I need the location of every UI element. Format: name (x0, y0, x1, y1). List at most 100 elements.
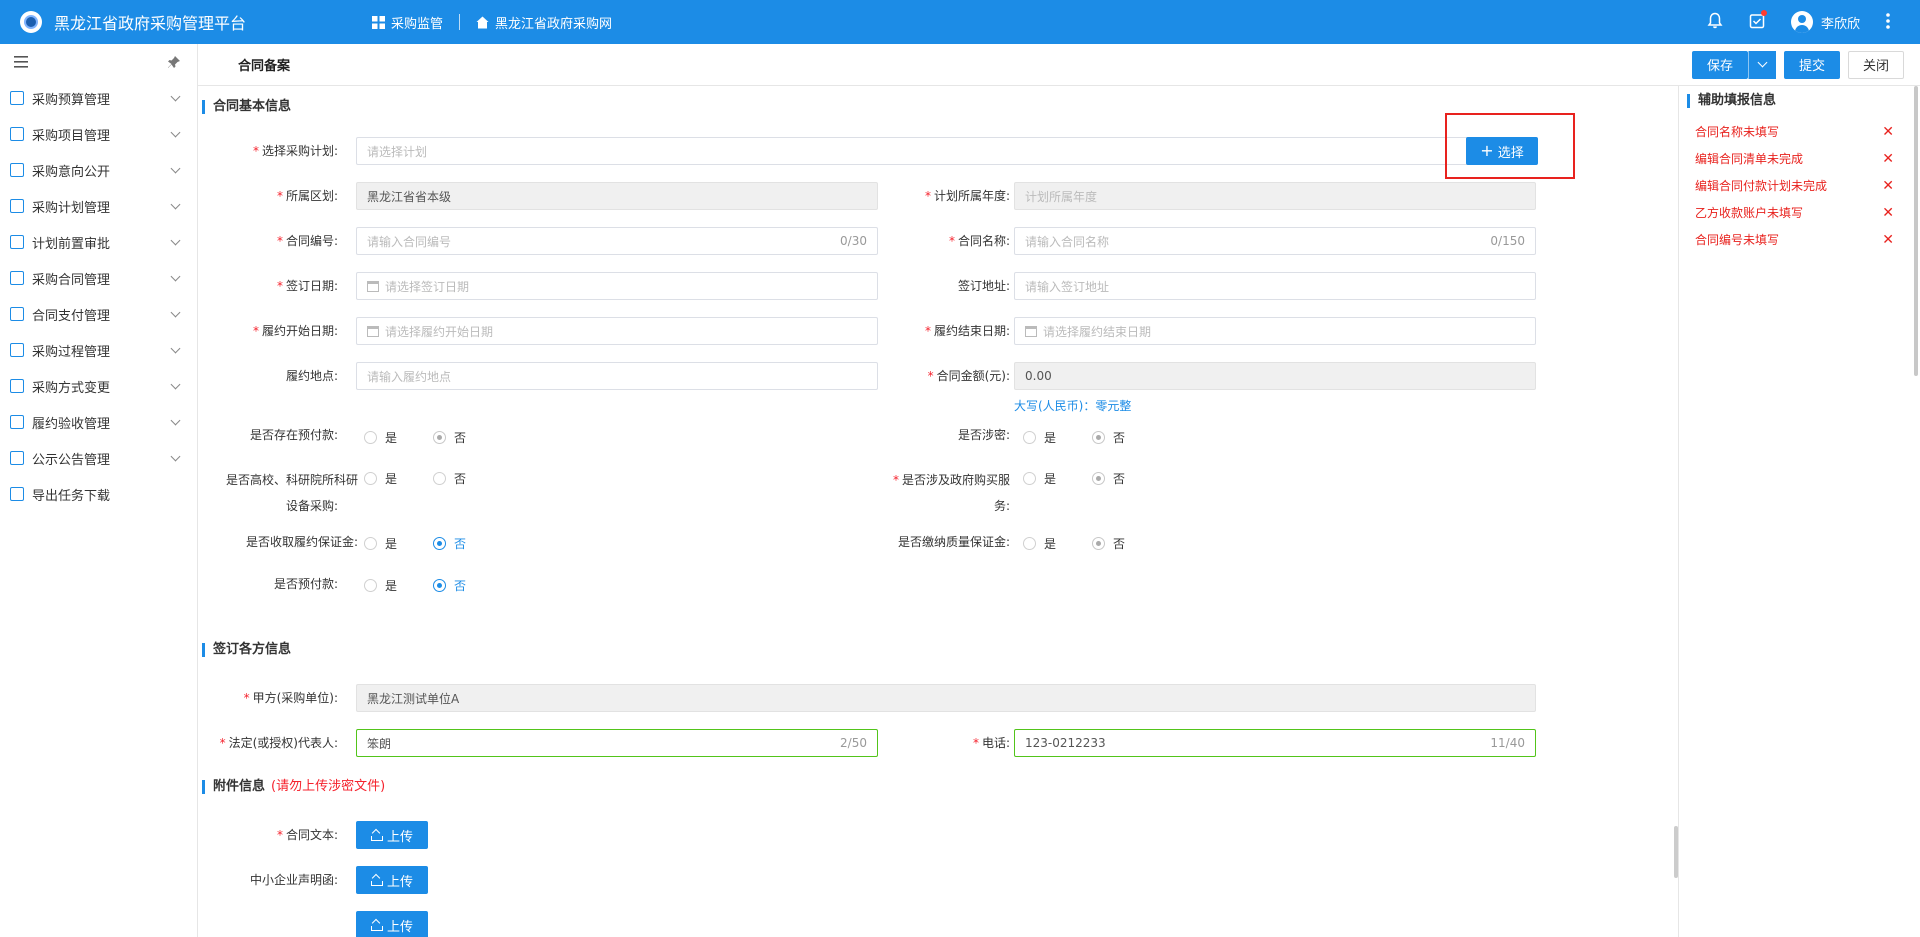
radio-yes[interactable]: 是 (364, 470, 397, 487)
page-scrollbar[interactable] (1914, 86, 1918, 376)
start-date-picker[interactable]: 请选择履约开始日期 (356, 317, 878, 345)
plan-year-label: * 计划所属年度: (924, 189, 1010, 203)
sidebar-item[interactable]: 导出任务下载 (0, 476, 197, 512)
sidebar-item[interactable]: 采购项目管理 (0, 116, 197, 152)
hamburger-icon[interactable] (14, 56, 28, 68)
close-button[interactable]: 关闭 (1847, 50, 1904, 79)
perform-place-input[interactable]: 请输入履约地点 (356, 362, 878, 390)
sidebar-item[interactable]: 采购意向公开 (0, 152, 197, 188)
start-date-label: * 履约开始日期: (252, 324, 338, 338)
contract-name-input[interactable]: 请输入合同名称 0/150 (1014, 227, 1536, 255)
radio-yes[interactable]: 是 (364, 577, 397, 594)
save-split-button: 保存 (1691, 50, 1776, 79)
sidebar-item-label: 采购意向公开 (32, 164, 111, 180)
sidebar-item[interactable]: 采购计划管理 (0, 188, 197, 224)
close-icon[interactable]: ✕ (1882, 178, 1894, 194)
page-title: 合同备案 (238, 59, 291, 74)
sidebar-item[interactable]: 履约验收管理 (0, 404, 197, 440)
university-label: 是否高校、科研院所科研 设备采购: (225, 473, 358, 513)
party-a-label: * 甲方(采购单位): (243, 691, 338, 705)
select-plan-button[interactable]: + 选择 (1466, 137, 1538, 165)
prepay-exists-label: 是否存在预付款: (249, 428, 338, 442)
close-icon[interactable]: ✕ (1882, 151, 1894, 167)
upload-other-button[interactable]: 上传 (356, 911, 428, 937)
gov-service-label: * 是否涉及政府购买服 务: (892, 473, 1010, 513)
nav-procurement-website[interactable]: 黑龙江省政府采购网 (460, 13, 628, 32)
contract-text-label: * 合同文本: (276, 828, 338, 842)
radio-no[interactable]: 否 (1092, 535, 1125, 552)
menu-icon (10, 91, 24, 105)
chevron-down-icon (170, 127, 181, 137)
chevron-down-icon (170, 415, 181, 425)
radio-no[interactable]: 否 (433, 470, 466, 487)
bell-icon (1707, 12, 1723, 29)
sidebar-item[interactable]: 合同支付管理 (0, 296, 197, 332)
phone-input[interactable]: 123-0212233 11/40 (1014, 729, 1536, 757)
radio-no[interactable]: 否 (433, 429, 466, 446)
sidebar-item[interactable]: 采购过程管理 (0, 332, 197, 368)
assist-item[interactable]: 乙方收款账户未填写 ✕ (1695, 199, 1894, 226)
menu-icon (10, 127, 24, 141)
nav-procurement-supervision[interactable]: 采购监管 (356, 13, 459, 32)
assist-item[interactable]: 编辑合同付款计划未完成 ✕ (1695, 172, 1894, 199)
upload-contract-button[interactable]: 上传 (356, 821, 428, 849)
sidebar-item-label: 采购合同管理 (32, 272, 111, 288)
close-icon[interactable]: ✕ (1882, 124, 1894, 140)
form-area: 合同基本信息 * 选择采购计划: 请选择计划 + 选择 * 所属区划: 黑龙江省省本级… (198, 86, 1678, 937)
prepay-exists-radio: 是 否 (364, 429, 466, 446)
assist-item[interactable]: 编辑合同清单未完成 ✕ (1695, 145, 1894, 172)
sidebar-item[interactable]: 采购预算管理 (0, 80, 197, 116)
radio-yes[interactable]: 是 (364, 535, 397, 552)
upload-icon (370, 830, 383, 841)
radio-no[interactable]: 否 (433, 535, 466, 552)
sidebar-item[interactable]: 采购方式变更 (0, 368, 197, 404)
menu-icon (10, 163, 24, 177)
upload-sme-button[interactable]: 上传 (356, 866, 428, 894)
submit-button[interactable]: 提交 (1783, 50, 1840, 79)
save-dropdown-toggle[interactable] (1747, 50, 1776, 79)
secret-label: 是否涉密: (957, 428, 1010, 442)
radio-yes[interactable]: 是 (1023, 470, 1056, 487)
assist-item[interactable]: 合同名称未填写 ✕ (1695, 118, 1894, 145)
user-menu[interactable]: 李欣欣 (1790, 11, 1860, 33)
plus-icon: + (1480, 141, 1494, 160)
plan-input[interactable]: 请选择计划 (356, 137, 1474, 165)
section-basic-info: 合同基本信息 (202, 100, 291, 114)
sign-place-input[interactable]: 请输入签订地址 (1014, 272, 1536, 300)
end-date-picker[interactable]: 请选择履约结束日期 (1014, 317, 1536, 345)
notification-button[interactable] (1707, 12, 1723, 32)
home-icon (476, 16, 489, 28)
todo-button[interactable] (1749, 10, 1767, 32)
sidebar-item-label: 采购计划管理 (32, 200, 111, 216)
sidebar-item[interactable]: 计划前置审批 (0, 224, 197, 260)
radio-no[interactable]: 否 (433, 577, 466, 594)
amount-capital: 大写(人民币)：零元整 (1014, 399, 1132, 413)
perf-bond-radio: 是 否 (364, 535, 466, 552)
legal-rep-input[interactable]: 笨朗 2/50 (356, 729, 878, 757)
sidebar-item[interactable]: 公示公告管理 (0, 440, 197, 476)
sidebar-item-label: 采购方式变更 (32, 380, 111, 396)
more-icon[interactable] (1886, 12, 1890, 32)
radio-yes[interactable]: 是 (1023, 535, 1056, 552)
chevron-down-icon (170, 271, 181, 281)
menu-icon (10, 343, 24, 357)
platform-logo (20, 11, 42, 33)
sign-date-picker[interactable]: 请选择签订日期 (356, 272, 878, 300)
radio-yes[interactable]: 是 (1023, 429, 1056, 446)
radio-no[interactable]: 否 (1092, 429, 1125, 446)
radio-yes[interactable]: 是 (364, 429, 397, 446)
user-name: 李欣欣 (1820, 16, 1860, 32)
amount-field: 0.00 (1014, 362, 1536, 390)
sidebar-item-label: 合同支付管理 (32, 308, 111, 324)
assist-item[interactable]: 合同编号未填写 ✕ (1695, 226, 1894, 253)
sidebar-item[interactable]: 采购合同管理 (0, 260, 197, 296)
close-icon[interactable]: ✕ (1882, 205, 1894, 221)
save-button[interactable]: 保存 (1691, 50, 1748, 79)
gov-service-radio: 是 否 (1023, 470, 1125, 487)
contract-no-input[interactable]: 请输入合同编号 0/30 (356, 227, 878, 255)
menu-icon (10, 271, 24, 285)
pin-icon[interactable] (167, 55, 181, 69)
phone-label: * 电话: (972, 736, 1010, 750)
close-icon[interactable]: ✕ (1882, 232, 1894, 248)
radio-no[interactable]: 否 (1092, 470, 1125, 487)
